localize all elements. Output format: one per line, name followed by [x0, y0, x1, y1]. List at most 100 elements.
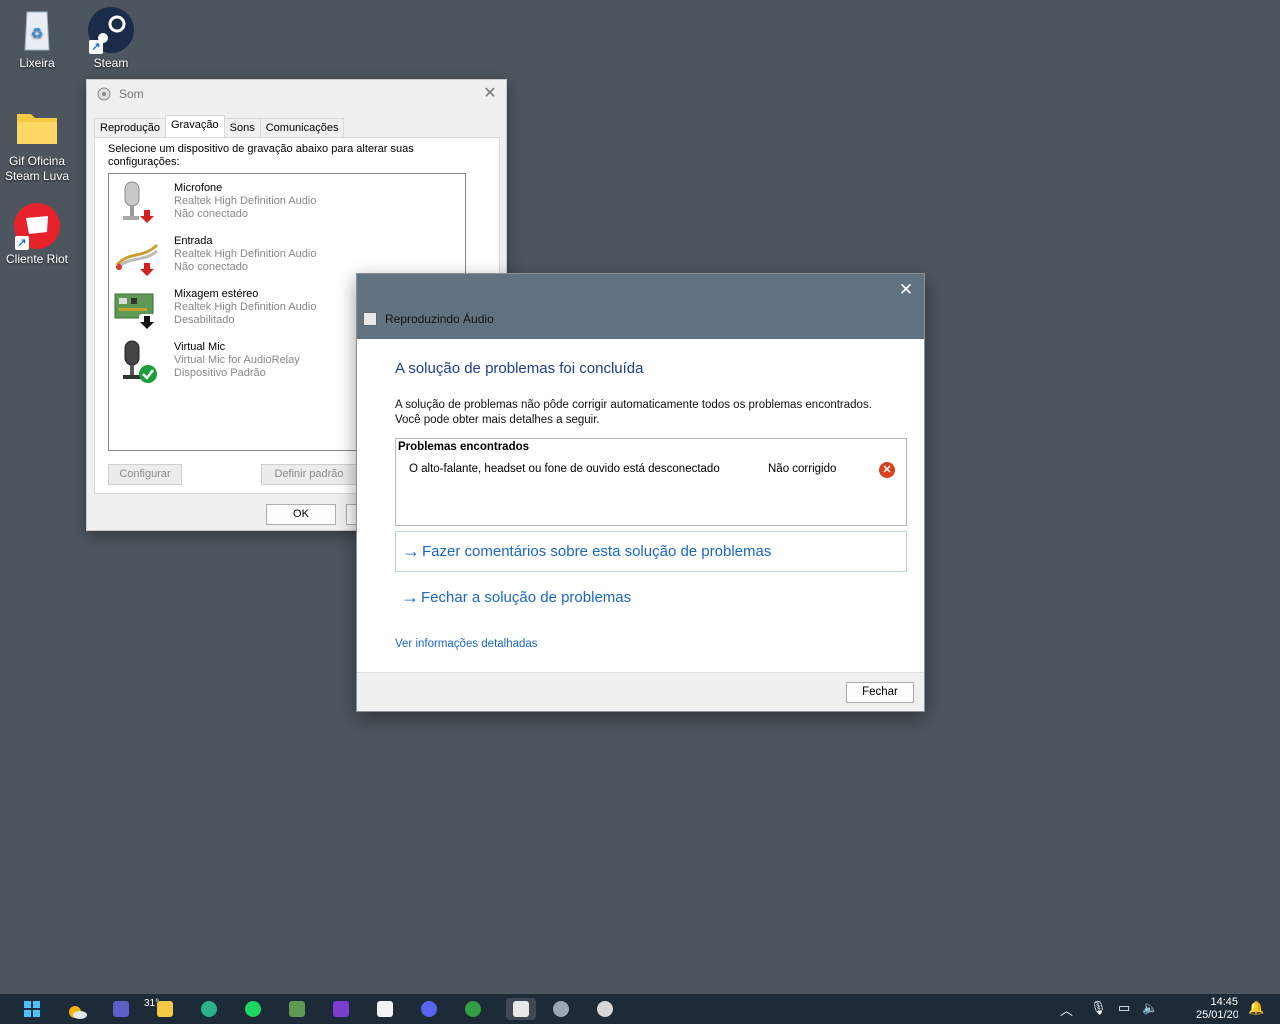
microphone-icon — [113, 178, 161, 226]
error-icon: ✕ — [879, 462, 895, 478]
gear-icon — [553, 1001, 569, 1017]
speaker-icon — [597, 1001, 613, 1017]
network-icon[interactable]: ▭ — [1118, 1000, 1130, 1016]
troubleshooter-heading: A solução de problemas foi concluída — [395, 360, 644, 377]
troubleshooter-icon — [513, 1001, 529, 1017]
desktop-icon-label: Gif Oficina Steam Luva — [4, 154, 70, 183]
ok-button[interactable]: OK — [266, 504, 336, 525]
tab-reproducao[interactable]: Reprodução — [94, 118, 166, 137]
device-status: Não conectado — [174, 208, 248, 220]
notification-bell-icon[interactable]: 🔔 — [1248, 1000, 1264, 1016]
problems-box: Problemas encontrados O alto-falante, he… — [395, 438, 907, 526]
device-status: Desabilitado — [174, 314, 235, 326]
taskbar-explorer[interactable] — [154, 998, 176, 1020]
taskbar-notepad[interactable] — [374, 998, 396, 1020]
app-icon — [333, 1001, 349, 1017]
device-status: Dispositivo Padrão — [174, 367, 266, 379]
taskbar-app-purple[interactable] — [330, 998, 352, 1020]
taskbar-teams[interactable] — [110, 998, 132, 1020]
desktop-icon-folder[interactable]: Gif Oficina Steam Luva — [0, 104, 74, 184]
taskbar-edge[interactable] — [198, 998, 220, 1020]
microphone-icon[interactable]: 🎙 — [1090, 1000, 1107, 1016]
weather-icon — [69, 1006, 87, 1019]
desktop-icon-steam[interactable]: ↗ Steam — [74, 6, 148, 71]
folder-icon — [157, 1001, 173, 1017]
clock[interactable]: 14:45 25/01/2023 — [1196, 996, 1238, 1024]
close-troubleshooter-link[interactable]: → Fechar a solução de problemas — [395, 577, 907, 618]
taskbar-app-green[interactable] — [286, 998, 308, 1020]
taskbar: 31° ︿ 🎙 ▭ 🔈 14:45 25/01/2023 🔔 — [0, 994, 1280, 1024]
sound-tabs: Reprodução Gravação Sons Comunicações — [94, 115, 345, 137]
steam-icon: ↗ — [87, 6, 135, 54]
message-line-2: Você pode obter mais detalhes a seguir. — [395, 414, 600, 426]
weather-widget[interactable]: 31° — [66, 998, 159, 1020]
tab-sons[interactable]: Sons — [223, 118, 261, 137]
arrow-right-icon: → — [402, 541, 420, 561]
device-status: Não conectado — [174, 261, 248, 273]
taskbar-xbox[interactable] — [462, 998, 484, 1020]
spotify-icon — [245, 1001, 261, 1017]
tab-comunicacoes[interactable]: Comunicações — [259, 118, 345, 137]
close-icon[interactable]: ✕ — [480, 85, 500, 103]
device-name: Mixagem estéreo — [174, 288, 259, 300]
folder-icon — [13, 104, 61, 152]
close-link-label: Fechar a solução de problemas — [421, 589, 632, 606]
clock-time: 14:45 — [1210, 996, 1238, 1008]
troubleshooter-message: A solução de problemas não pôde corrigir… — [395, 398, 915, 428]
virtual-mic-icon — [113, 337, 161, 385]
taskbar-spotify[interactable] — [242, 998, 264, 1020]
volume-icon[interactable]: 🔈 — [1142, 1000, 1158, 1016]
svg-text:♻: ♻ — [31, 26, 44, 42]
taskbar-troubleshooter[interactable] — [506, 998, 536, 1020]
chevron-up-icon[interactable]: ︿ — [1060, 1000, 1073, 1019]
configure-button[interactable]: Configurar — [108, 464, 182, 485]
device-driver: Realtek High Definition Audio — [174, 301, 317, 313]
xbox-icon — [465, 1001, 481, 1017]
problems-header: Problemas encontrados — [398, 441, 530, 453]
shortcut-arrow-icon: ↗ — [15, 236, 29, 250]
set-default-button[interactable]: Definir padrão — [261, 464, 357, 485]
taskbar-sound[interactable] — [594, 998, 616, 1020]
message-line-1: A solução de problemas não pôde corrigir… — [395, 399, 872, 411]
recycle-bin-icon: ♻ — [13, 6, 61, 54]
shortcut-arrow-icon: ↗ — [89, 40, 103, 54]
desktop-icon-label: Lixeira — [19, 56, 55, 70]
document-icon — [377, 1001, 393, 1017]
recording-description: Selecione um dispositivo de gravação aba… — [108, 143, 414, 168]
tab-gravacao[interactable]: Gravação — [164, 115, 225, 137]
device-name: Entrada — [174, 235, 213, 247]
arrow-right-icon: → — [401, 587, 419, 607]
device-name: Microfone — [174, 182, 223, 194]
device-item[interactable]: Microfone Realtek High Definition Audio … — [113, 178, 443, 228]
start-button[interactable] — [21, 998, 43, 1020]
close-button[interactable]: Fechar — [846, 682, 914, 703]
line-in-cable-icon — [113, 231, 161, 279]
troubleshooter-footer: Fechar — [357, 672, 924, 711]
desktop-icon-recycle-bin[interactable]: ♻ Lixeira — [0, 6, 74, 71]
app-icon — [289, 1001, 305, 1017]
speaker-icon — [97, 87, 111, 101]
desktop-icon-riot[interactable]: ↗ Cliente Riot — [0, 202, 74, 267]
sound-card-icon — [113, 284, 161, 332]
taskbar-settings[interactable] — [550, 998, 572, 1020]
edge-icon — [201, 1001, 217, 1017]
feedback-link[interactable]: → Fazer comentários sobre esta solução d… — [395, 531, 907, 572]
sound-dialog-titlebar[interactable]: Som — [87, 80, 506, 108]
details-link[interactable]: Ver informações detalhadas — [395, 638, 538, 650]
close-icon[interactable]: ✕ — [896, 280, 916, 300]
device-driver: Realtek High Definition Audio — [174, 248, 317, 260]
troubleshooter-dialog: ✕ Reproduzindo Áudio A solução de proble… — [356, 273, 925, 712]
teams-icon — [113, 1001, 129, 1017]
problem-description: O alto-falante, headset ou fone de ouvid… — [409, 463, 720, 475]
taskbar-discord[interactable] — [418, 998, 440, 1020]
clock-date: 25/01/2023 — [1196, 1009, 1238, 1021]
device-driver: Virtual Mic for AudioRelay — [174, 354, 300, 366]
feedback-link-label: Fazer comentários sobre esta solução de … — [422, 543, 772, 560]
riot-client-icon: ↗ — [13, 202, 61, 250]
troubleshooter-icon — [363, 312, 377, 326]
troubleshooter-titlebar[interactable]: ✕ Reproduzindo Áudio — [357, 274, 924, 339]
device-driver: Realtek High Definition Audio — [174, 195, 317, 207]
discord-icon — [421, 1001, 437, 1017]
troubleshooter-title: Reproduzindo Áudio — [385, 312, 494, 326]
desktop-icon-label: Steam — [93, 56, 129, 70]
